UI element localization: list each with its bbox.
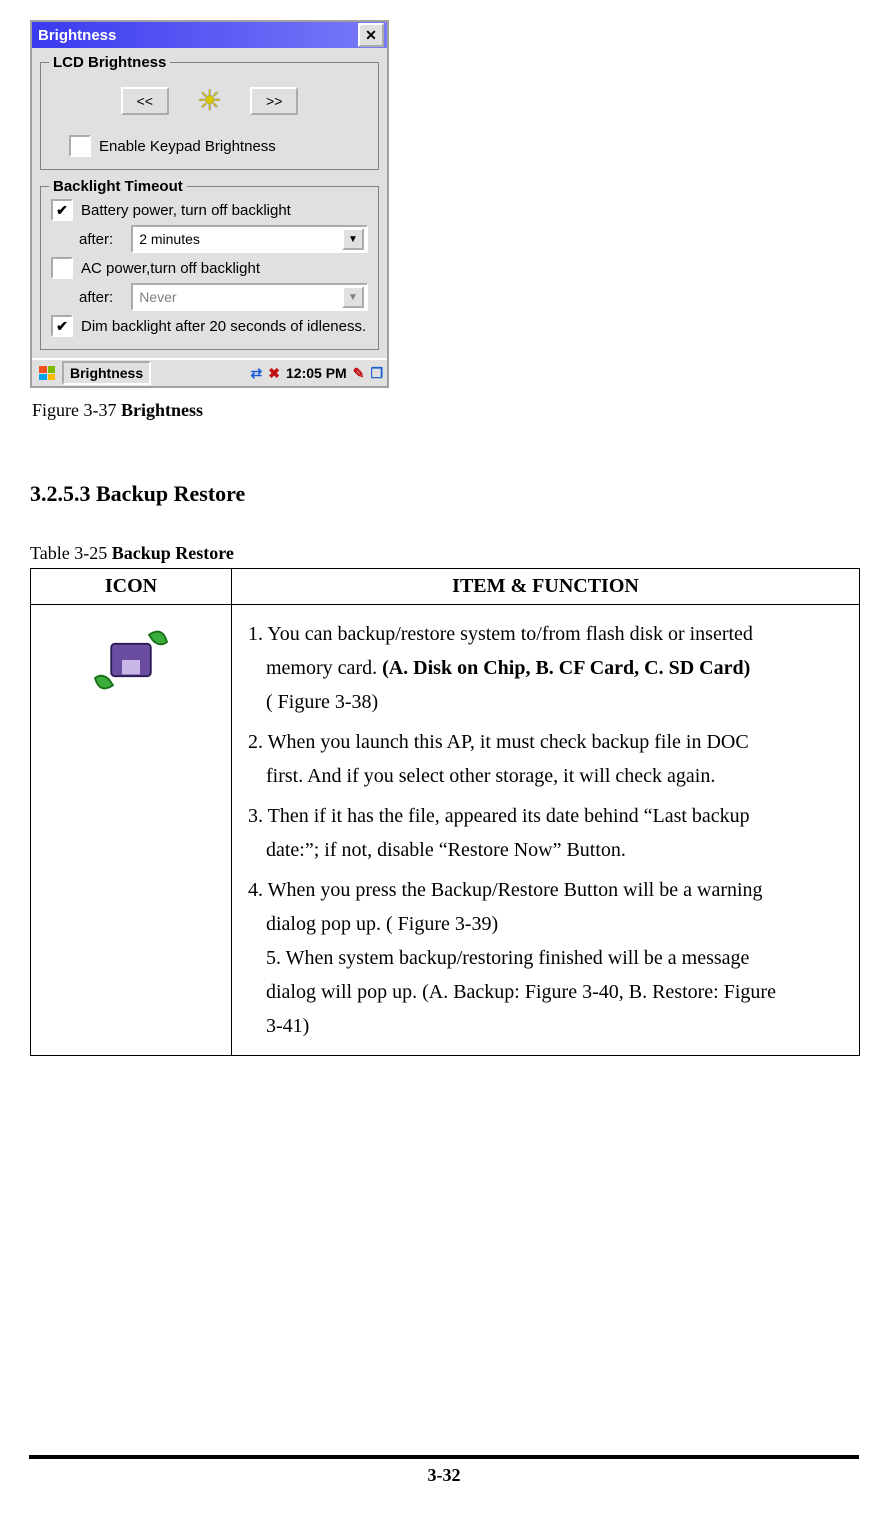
lcd-legend: LCD Brightness [49, 54, 170, 71]
table-caption: Table 3-25 Backup Restore [30, 543, 858, 564]
page-number: 3-32 [428, 1465, 461, 1485]
brightness-increase-button[interactable]: >> [250, 87, 298, 115]
battery-backlight-label: Battery power, turn off backlight [81, 202, 291, 219]
backup-restore-table: ICON ITEM & FUNCTION 1. You can b [30, 568, 860, 1056]
start-button[interactable] [36, 363, 58, 383]
taskbar: Brightness ⇄ ✖ 12:05 PM ✎ ❐ [32, 358, 387, 386]
enable-keypad-label: Enable Keypad Brightness [99, 138, 276, 155]
battery-backlight-checkbox[interactable] [51, 199, 73, 221]
windows-flag-icon [39, 366, 55, 380]
tray-icon-1[interactable]: ✎ [353, 365, 365, 382]
ac-after-value: Never [139, 289, 176, 305]
battery-after-label: after: [79, 231, 113, 248]
header-icon: ICON [31, 569, 232, 605]
figure-caption: Figure 3-37 Brightness [32, 400, 858, 421]
close-button[interactable]: ✕ [358, 23, 384, 47]
enable-keypad-checkbox[interactable] [69, 135, 91, 157]
battery-after-dropdown[interactable]: 2 minutes ▼ [131, 225, 368, 253]
dialog-titlebar: Brightness ✕ [32, 22, 387, 48]
ac-backlight-label: AC power,turn off backlight [81, 260, 260, 277]
brightness-dialog: Brightness ✕ LCD Brightness << ☀ >> Enab… [30, 20, 389, 388]
backlight-legend: Backlight Timeout [49, 178, 187, 195]
sun-icon: ☀ [197, 87, 222, 115]
backlight-timeout-group: Backlight Timeout Battery power, turn of… [40, 178, 379, 350]
desktop-icon[interactable]: ❐ [370, 365, 383, 382]
header-function: ITEM & FUNCTION [232, 569, 860, 605]
backup-restore-icon [86, 615, 176, 705]
page-footer: 3-32 [0, 1455, 888, 1486]
function-cell: 1. You can backup/restore system to/from… [232, 605, 860, 1056]
dialog-title: Brightness [38, 27, 116, 44]
dim-backlight-label: Dim backlight after 20 seconds of idlene… [81, 318, 366, 335]
section-heading: 3.2.5.3 Backup Restore [30, 481, 858, 507]
connection-icon[interactable]: ⇄ [251, 365, 263, 382]
ac-after-label: after: [79, 289, 113, 306]
taskbar-clock[interactable]: 12:05 PM [286, 365, 347, 381]
close-icon: ✕ [365, 28, 377, 42]
volume-icon[interactable]: ✖ [268, 365, 280, 382]
chevron-down-icon: ▼ [342, 228, 364, 250]
ac-backlight-checkbox[interactable] [51, 257, 73, 279]
chevron-down-icon: ▼ [342, 286, 364, 308]
taskbar-tray: ⇄ ✖ 12:05 PM ✎ ❐ [251, 365, 383, 382]
brightness-decrease-button[interactable]: << [121, 87, 169, 115]
ac-after-dropdown[interactable]: Never ▼ [131, 283, 368, 311]
table-row: 1. You can backup/restore system to/from… [31, 605, 860, 1056]
battery-after-value: 2 minutes [139, 231, 200, 247]
dim-backlight-checkbox[interactable] [51, 315, 73, 337]
lcd-brightness-group: LCD Brightness << ☀ >> Enable Keypad Bri… [40, 54, 379, 170]
taskbar-app-button[interactable]: Brightness [62, 361, 151, 385]
